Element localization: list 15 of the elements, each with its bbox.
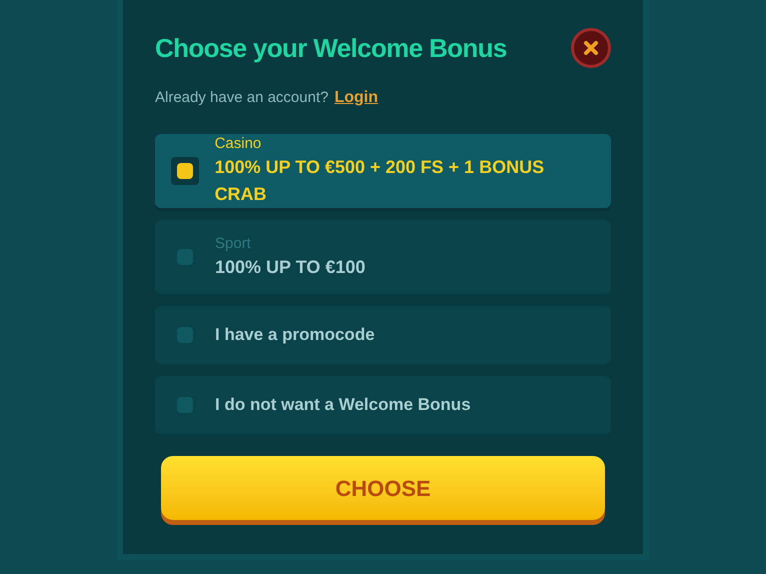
bonus-option[interactable]: Casino 100% UP TO €500 + 200 FS + 1 BONUS CRAB xyxy=(155,134,611,208)
option-text: 100% UP TO €100 xyxy=(215,256,366,278)
bonus-option[interactable]: I do not want a Welcome Bonus xyxy=(155,376,611,434)
option-label: Casino xyxy=(214,134,262,154)
login-link[interactable]: Login xyxy=(334,86,378,110)
option-text: I do not want a Welcome Bonus xyxy=(215,394,471,416)
radio-indicator[interactable] xyxy=(171,157,199,185)
option-text: 100% UP TO €500 + 200 FS + 1 BONUS CRAB xyxy=(214,156,546,206)
dialog-title: Choose your Welcome Bonus xyxy=(155,32,507,64)
close-button[interactable] xyxy=(571,28,611,68)
close-icon xyxy=(583,40,599,56)
choose-button[interactable]: CHOOSE xyxy=(161,456,605,520)
option-text: I have a promocode xyxy=(215,324,375,346)
bonus-option[interactable]: I have a promocode xyxy=(155,306,611,364)
login-prompt: Already have an account? xyxy=(155,88,328,108)
